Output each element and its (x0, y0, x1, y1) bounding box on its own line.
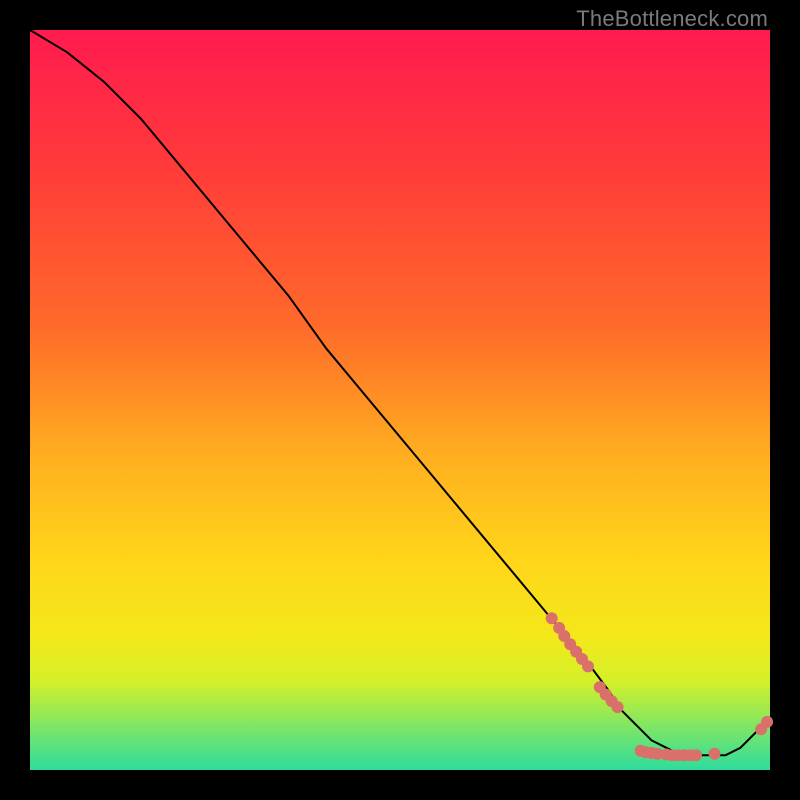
chart-frame: TheBottleneck.com (0, 0, 800, 800)
chart-overlay (30, 30, 770, 770)
marker-marker-cluster-upper (582, 660, 594, 672)
watermark-text: TheBottleneck.com (576, 6, 768, 32)
curve-bottleneck-curve (30, 30, 770, 755)
plot-area (30, 30, 770, 770)
marker-marker-cluster-mid (612, 701, 624, 713)
marker-marker-cluster-bottom (690, 749, 702, 761)
marker-marker-cluster-bottom (709, 748, 721, 760)
marker-marker-cluster-upper (546, 612, 558, 624)
marker-marker-tail (761, 716, 773, 728)
